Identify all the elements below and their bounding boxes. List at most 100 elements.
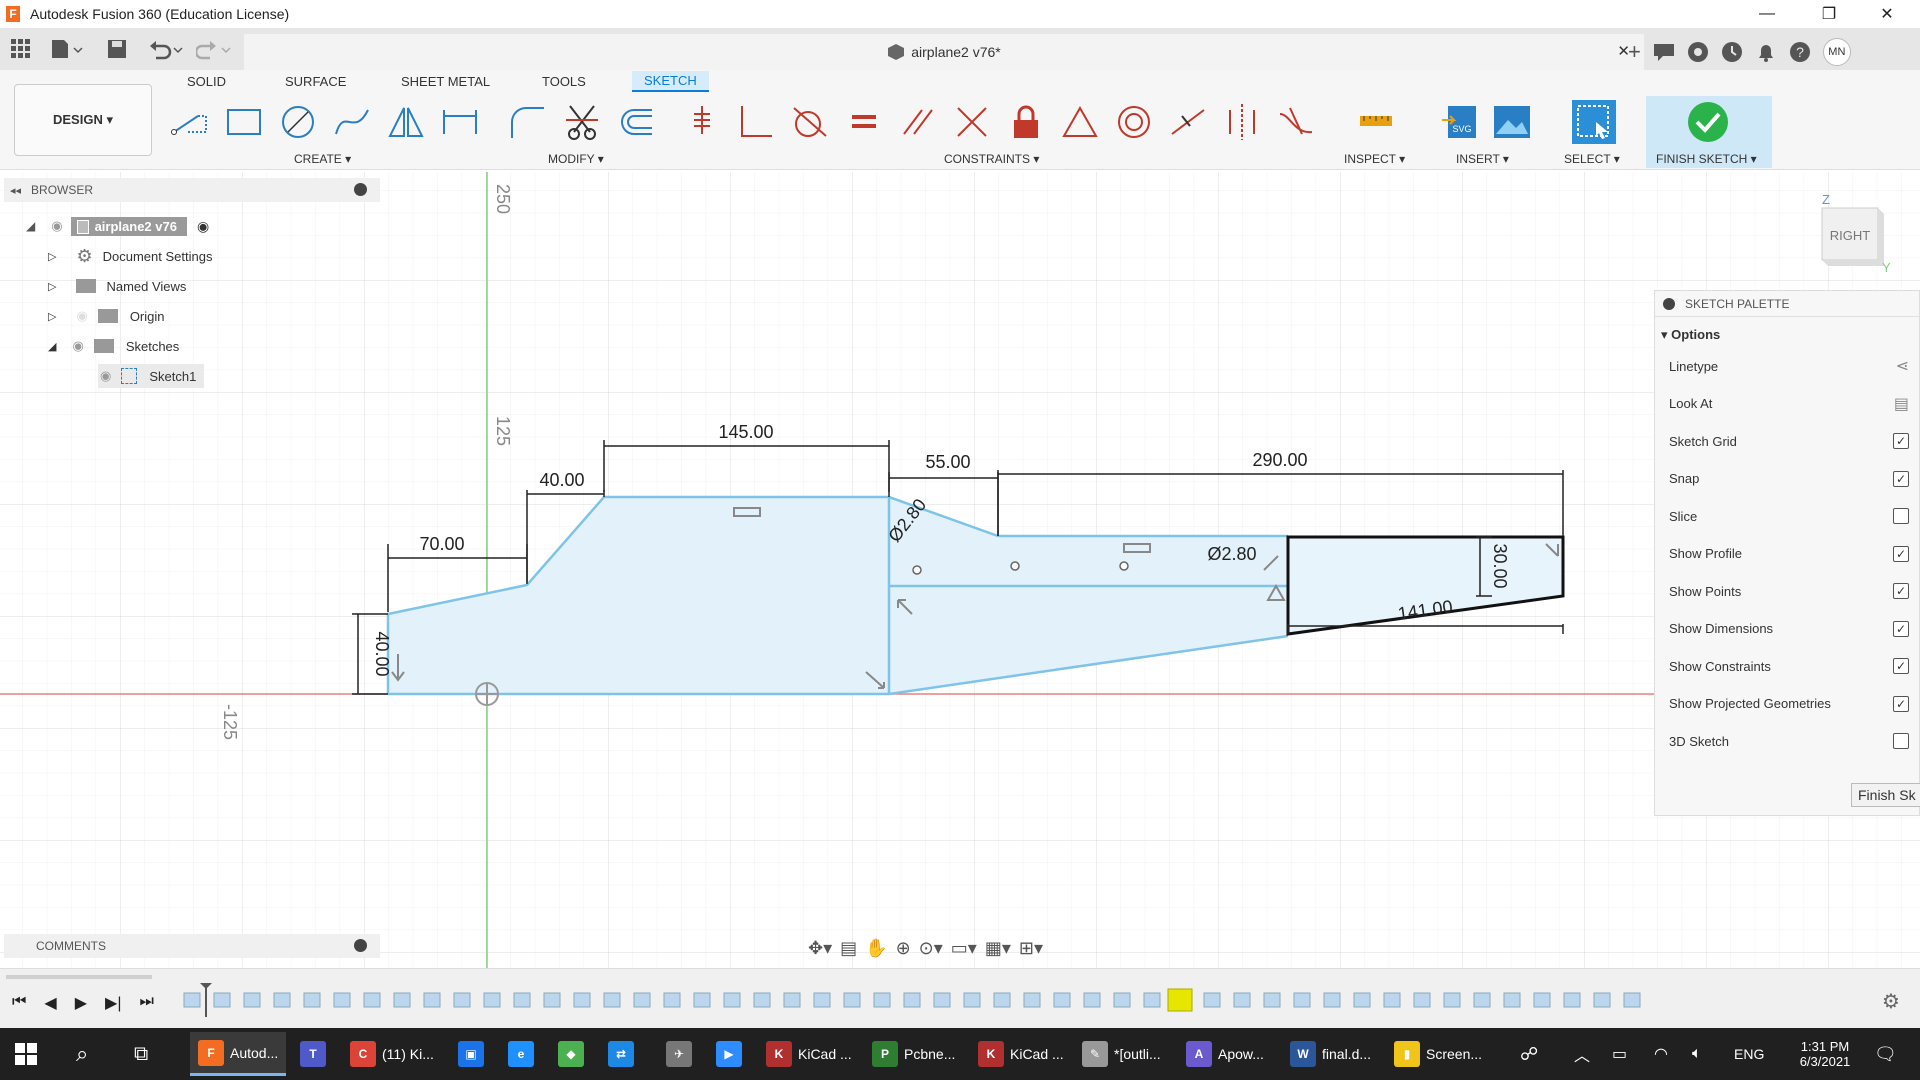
finish-sketch-menu[interactable]: FINISH SKETCH ▾ bbox=[1656, 152, 1757, 166]
dimension-tool-icon[interactable] bbox=[438, 100, 482, 144]
show-profile-checkbox[interactable]: ✓ bbox=[1893, 545, 1909, 562]
notification-center-icon[interactable]: 🗨︎ bbox=[1874, 1032, 1897, 1076]
clock[interactable]: 1:31 PM 6/3/2021 bbox=[1780, 1032, 1870, 1076]
close-button[interactable]: ✕ bbox=[1864, 0, 1910, 28]
perpendicular-constraint-icon[interactable] bbox=[734, 100, 778, 144]
palette-option-show-constraints[interactable]: Show Constraints ✓ bbox=[1669, 651, 1909, 681]
timeline-features[interactable] bbox=[180, 983, 1860, 1017]
workspace-switcher-button[interactable]: DESIGN ▾ bbox=[14, 84, 152, 156]
taskbar-app-7[interactable]: ✈ bbox=[666, 1032, 698, 1076]
file-icon[interactable] bbox=[50, 38, 84, 60]
eye-icon[interactable]: ◉ bbox=[51, 218, 62, 234]
save-icon[interactable] bbox=[106, 38, 128, 60]
sketch-canvas[interactable]: 145.00 40.00 55.00 290.00 70.00 40.00 30… bbox=[0, 172, 1920, 968]
eye-icon[interactable]: ◉ bbox=[72, 338, 83, 354]
show-constraints-checkbox[interactable]: ✓ bbox=[1893, 658, 1909, 674]
concentric-constraint-icon[interactable] bbox=[1112, 100, 1156, 144]
tab-sheet-metal[interactable]: SHEET METAL bbox=[401, 74, 490, 89]
taskbar-app-12[interactable]: ✎ *[outli... bbox=[1082, 1032, 1161, 1076]
eye-icon[interactable]: ◉ bbox=[100, 368, 111, 384]
select-menu[interactable]: SELECT ▾ bbox=[1564, 152, 1620, 166]
look-at-icon[interactable]: ▤ bbox=[840, 938, 857, 959]
expand-icon[interactable]: ▷ bbox=[48, 310, 56, 323]
people-icon[interactable]: ☍ bbox=[1520, 1032, 1538, 1076]
view-cube-face[interactable]: RIGHT bbox=[1830, 228, 1871, 243]
go-to-end-icon[interactable]: ⏭ bbox=[140, 993, 154, 1013]
mirror-tool-icon[interactable] bbox=[384, 100, 428, 144]
show-points-checkbox[interactable]: ✓ bbox=[1893, 583, 1909, 599]
midpoint-constraint-icon[interactable] bbox=[1166, 100, 1210, 144]
wifi-icon[interactable]: ◠ bbox=[1654, 1032, 1668, 1076]
expand-root-icon[interactable]: ◢ bbox=[26, 219, 35, 233]
new-tab-icon[interactable]: + bbox=[1628, 39, 1641, 65]
zoom-icon[interactable]: ⊕ bbox=[896, 938, 911, 959]
palette-option-3d-sketch[interactable]: 3D Sketch bbox=[1669, 726, 1909, 756]
palette-option-slice[interactable]: Slice bbox=[1669, 501, 1909, 531]
messages-icon[interactable] bbox=[1653, 42, 1675, 62]
grid-menu-icon[interactable] bbox=[10, 38, 32, 60]
inspect-menu[interactable]: INSPECT ▾ bbox=[1344, 152, 1405, 166]
user-avatar[interactable]: MN bbox=[1822, 38, 1851, 66]
tray-chevron-icon[interactable]: ︿ bbox=[1574, 1032, 1590, 1076]
slice-checkbox[interactable] bbox=[1893, 508, 1909, 524]
palette-option-show-projected-geometries[interactable]: Show Projected Geometries ✓ bbox=[1669, 689, 1909, 719]
step-forward-icon[interactable]: ▶| bbox=[105, 993, 121, 1013]
diameter-dimension-2[interactable]: Ø2.80 bbox=[1207, 544, 1256, 564]
step-back-icon[interactable]: ◀ bbox=[44, 993, 56, 1013]
taskbar-app-14[interactable]: Wfinal.d... bbox=[1290, 1032, 1371, 1076]
browser-panel-header[interactable]: ◂◂ BROWSER bbox=[4, 178, 380, 202]
comments-panel-header[interactable]: COMMENTS bbox=[4, 934, 380, 958]
search-icon[interactable]: ⌕ bbox=[76, 1032, 88, 1076]
show-projected-geometries-checkbox[interactable]: ✓ bbox=[1893, 695, 1909, 712]
dimension-40-horizontal[interactable]: 40.00 bbox=[539, 470, 584, 490]
taskbar-app-5[interactable]: ◆ bbox=[558, 1032, 590, 1076]
fillet-tool-icon[interactable] bbox=[506, 100, 550, 144]
battery-icon[interactable]: ▭ bbox=[1612, 1032, 1627, 1076]
taskbar-app-9[interactable]: K KiCad ... bbox=[766, 1032, 852, 1076]
sketch-viewport[interactable]: 145.00 40.00 55.00 290.00 70.00 40.00 30… bbox=[0, 172, 1920, 968]
taskbar-app-2[interactable]: C (11) Ki... bbox=[350, 1032, 434, 1076]
create-menu[interactable]: CREATE ▾ bbox=[294, 152, 351, 166]
tree-item-document-settings[interactable]: ▷ ⚙ Document Settings bbox=[48, 244, 212, 268]
dimension-290[interactable]: 290.00 bbox=[1252, 450, 1307, 470]
parallel-constraint-icon[interactable] bbox=[896, 100, 940, 144]
expand-icon[interactable]: ▷ bbox=[48, 280, 56, 293]
language-indicator[interactable]: ENG bbox=[1734, 1032, 1764, 1076]
tree-root-airplane[interactable]: ◢ ◉ airplane2 v76 ◉ bbox=[26, 214, 209, 238]
taskbar-app-13[interactable]: A Apow... bbox=[1186, 1032, 1264, 1076]
palette-options-section[interactable]: ▾ Options bbox=[1661, 327, 1720, 343]
offset-tool-icon[interactable] bbox=[614, 100, 658, 144]
palette-header[interactable]: SKETCH PALETTE bbox=[1655, 291, 1920, 317]
palette-option-snap[interactable]: Snap ✓ bbox=[1669, 464, 1909, 494]
collapse-icon[interactable]: ◢ bbox=[48, 340, 56, 353]
curvature-constraint-icon[interactable] bbox=[1274, 100, 1318, 144]
modify-menu[interactable]: MODIFY ▾ bbox=[548, 152, 604, 166]
tree-item-sketch1[interactable]: ◉ Sketch1 bbox=[98, 364, 205, 388]
insert-menu[interactable]: INSERT ▾ bbox=[1456, 152, 1509, 166]
linetype-icon[interactable]: ⋖ bbox=[1896, 356, 1909, 376]
look-at-icon[interactable]: ▤ bbox=[1894, 394, 1909, 414]
show-dimensions-checkbox[interactable]: ✓ bbox=[1893, 620, 1909, 637]
task-view-icon[interactable]: ⧉ bbox=[134, 1032, 148, 1076]
taskbar-app-10[interactable]: P Pcbne... bbox=[872, 1032, 955, 1076]
spline-tool-icon[interactable] bbox=[330, 100, 374, 144]
grid-settings-icon[interactable]: ▦▾ bbox=[985, 938, 1011, 959]
volume-icon[interactable]: 🔈︎ bbox=[1692, 1032, 1702, 1076]
tree-item-sketches[interactable]: ◢ ◉ Sketches bbox=[48, 334, 179, 358]
insert-image-icon[interactable] bbox=[1490, 100, 1534, 144]
browser-options-icon[interactable] bbox=[354, 183, 367, 196]
display-settings-icon[interactable]: ▭▾ bbox=[951, 938, 977, 959]
timeline-settings-gear-icon[interactable]: ⚙ bbox=[1882, 989, 1900, 1014]
finish-sketch-check-icon[interactable] bbox=[1686, 100, 1730, 144]
taskbar-app-15[interactable]: ▮ Screen... bbox=[1394, 1032, 1482, 1076]
root-component-label[interactable]: airplane2 v76 bbox=[70, 216, 187, 236]
palette-option-look-at[interactable]: Look At ▤ bbox=[1669, 389, 1909, 419]
taskbar-app-3[interactable]: ▣ bbox=[458, 1032, 490, 1076]
insert-svg-icon[interactable]: SVG bbox=[1438, 100, 1482, 144]
notifications-icon[interactable] bbox=[1755, 41, 1777, 63]
symmetry-constraint-icon[interactable] bbox=[1220, 100, 1264, 144]
coincident-constraint-icon[interactable] bbox=[680, 100, 724, 144]
circle-tool-icon[interactable] bbox=[276, 100, 320, 144]
add-comment-icon[interactable] bbox=[354, 939, 367, 952]
measure-tool-icon[interactable] bbox=[1354, 100, 1398, 144]
